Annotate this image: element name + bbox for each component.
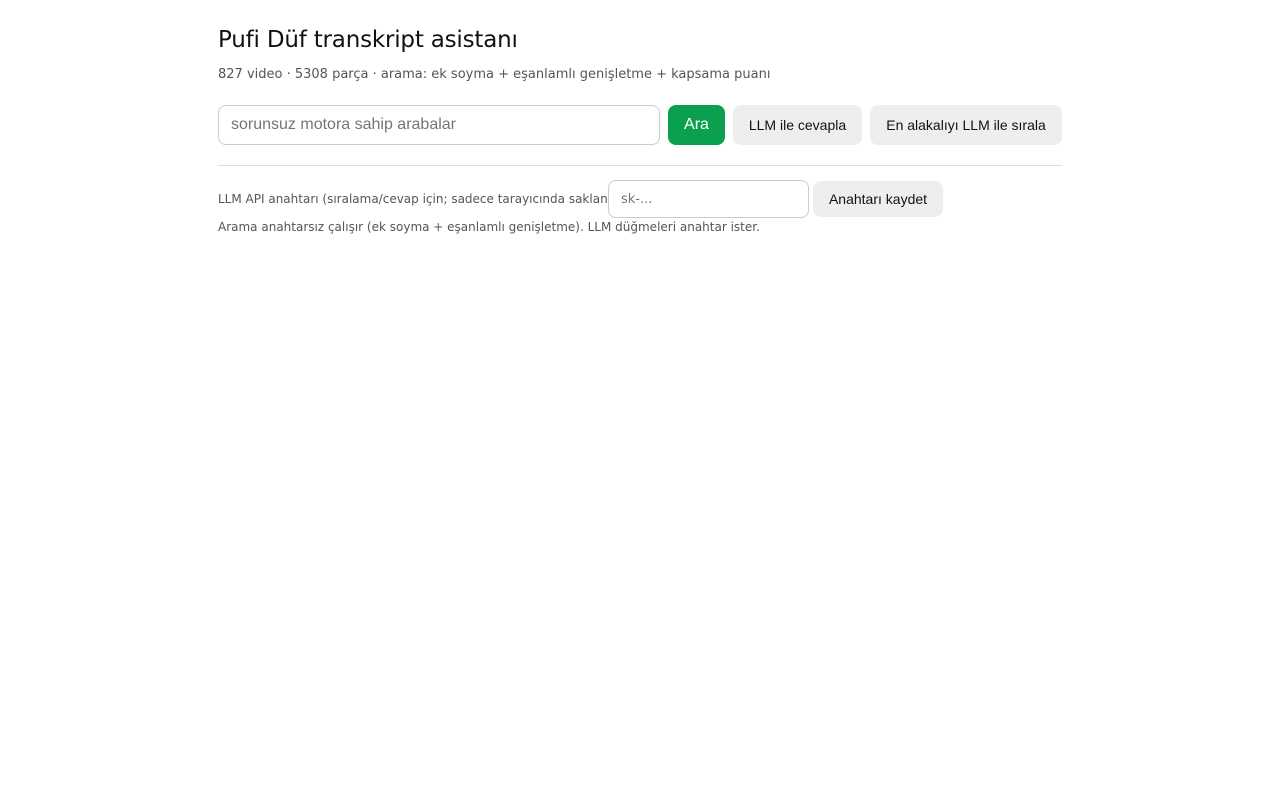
llm-answer-button[interactable]: LLM ile cevapla [733,105,862,145]
divider [218,165,1062,166]
api-key-label: LLM API anahtarı (sıralama/cevap için; s… [218,192,625,206]
api-key-input[interactable] [608,180,809,218]
search-button[interactable]: Ara [668,105,725,145]
api-key-hint: Arama anahtarsız çalışır (ek soyma + eşa… [218,220,760,234]
search-bar: Ara LLM ile cevapla En alakalıyı LLM ile… [218,105,1062,145]
search-input[interactable] [218,105,660,145]
llm-rank-button[interactable]: En alakalıyı LLM ile sırala [870,105,1062,145]
api-key-row: LLM API anahtarı (sıralama/cevap için; s… [218,180,1062,218]
page-title: Pufi Düf transkript asistanı [218,27,518,53]
page-subtitle: 827 video · 5308 parça · arama: ek soyma… [218,67,771,82]
save-key-button[interactable]: Anahtarı kaydet [813,181,943,217]
